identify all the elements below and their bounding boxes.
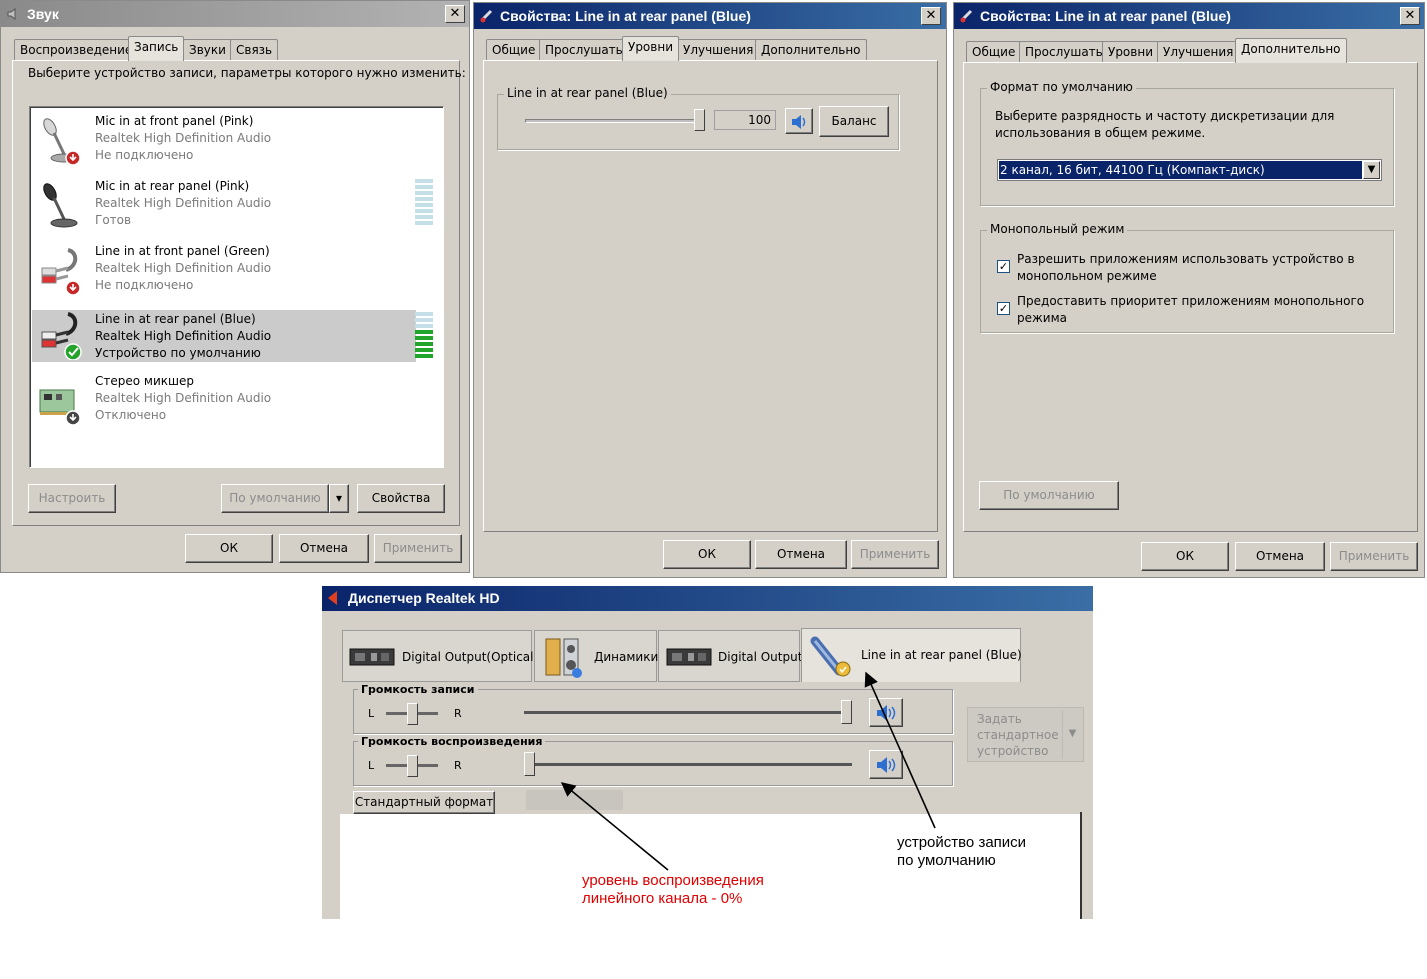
playback-level-note-line2: линейного канала - 0% <box>582 890 743 907</box>
default-device-arrow <box>864 671 936 829</box>
tab-levels[interactable]: Уровни <box>622 36 679 61</box>
tab-recording[interactable]: Запись <box>128 36 185 61</box>
annotation-arrows <box>560 671 936 871</box>
default-device-note-line1: устройство записи <box>897 834 1027 851</box>
playback-level-arrow <box>560 782 669 871</box>
default-device-note-line2: по умолчанию <box>897 852 996 869</box>
playback-level-note-line1: уровень воспроизведения <box>582 872 764 889</box>
tab-advanced[interactable]: Дополнительно <box>1235 38 1347 63</box>
